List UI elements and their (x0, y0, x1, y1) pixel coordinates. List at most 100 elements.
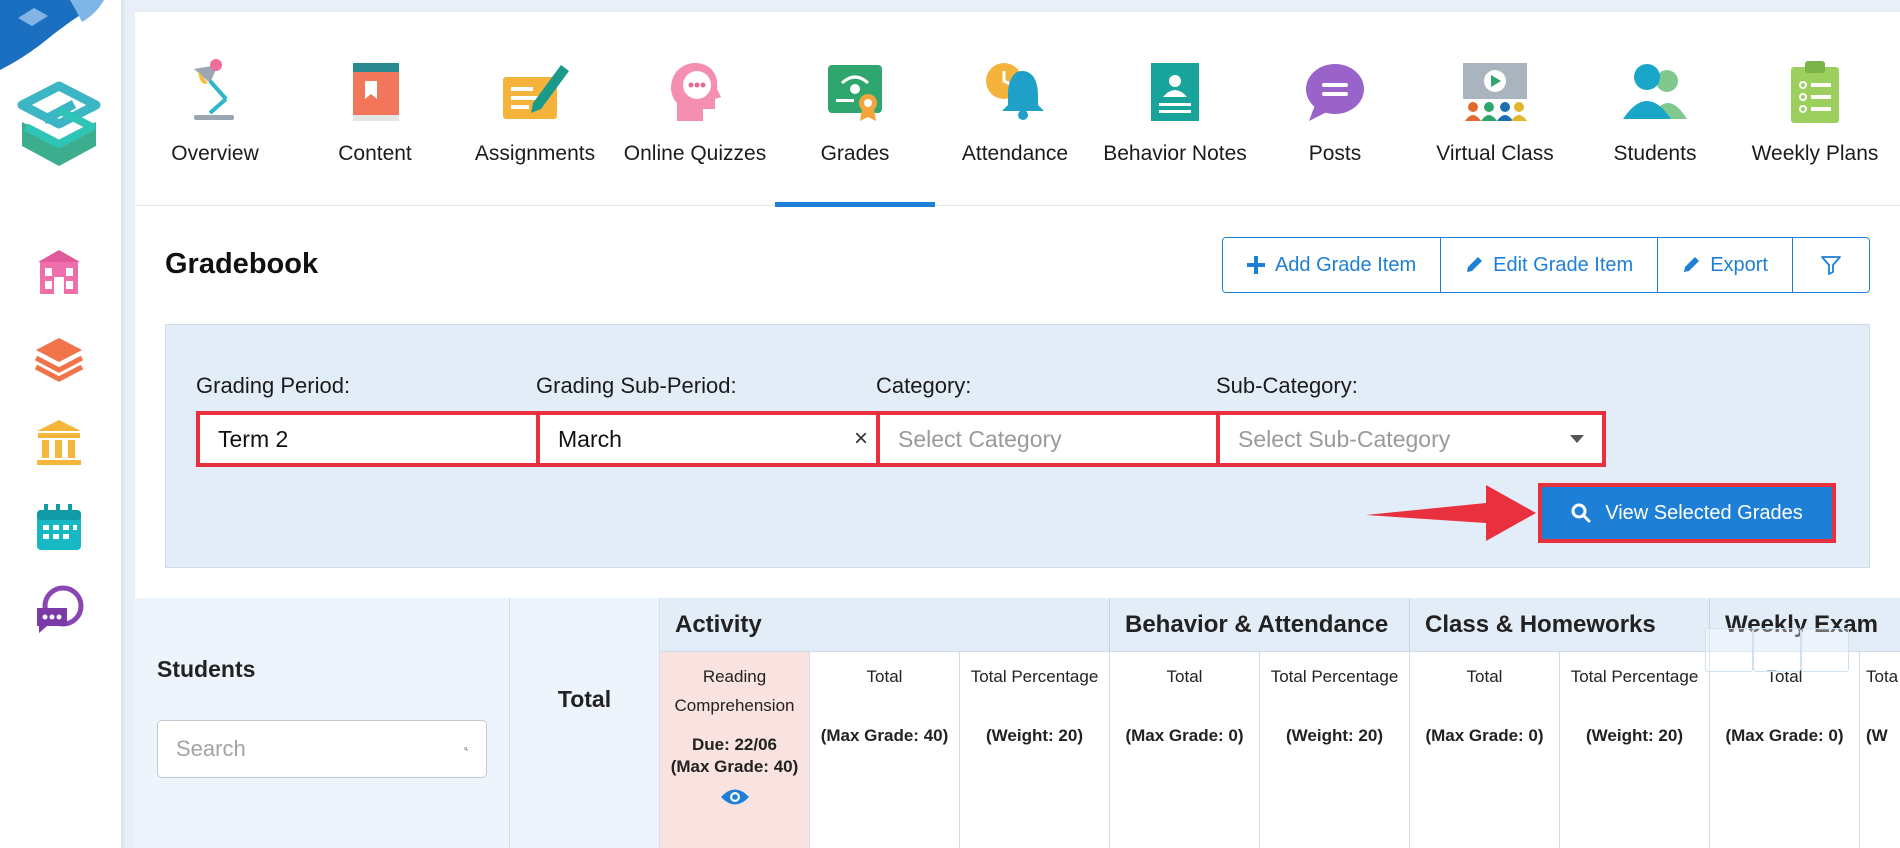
column-due: Due: 22/06 (Max Grade: 40) (660, 734, 809, 778)
total-header: Total (557, 686, 612, 712)
fullscreen-icon[interactable] (1801, 628, 1849, 672)
plus-icon (1246, 256, 1265, 274)
students-column: Students (135, 598, 510, 848)
sub-category-select[interactable]: Select Sub-Category (1216, 411, 1606, 467)
nav-label: Attendance (961, 142, 1069, 165)
column-meta: (Max Grade: 0) (1425, 726, 1544, 745)
column-title: Total Percentage (1270, 667, 1399, 686)
nav-attendance[interactable]: Attendance (935, 12, 1095, 206)
calendar-icon[interactable] (32, 500, 86, 554)
due-date: Due: 22/06 (691, 735, 778, 754)
column-reading-comprehension[interactable]: Reading Comprehension Due: 22/06 (Max Gr… (660, 652, 810, 848)
left-sidebar (0, 0, 121, 848)
chevron-down-icon (1570, 435, 1584, 443)
school-icon[interactable] (32, 245, 86, 299)
student-search[interactable] (157, 720, 487, 778)
search-icon[interactable] (464, 738, 468, 760)
nav-label: Students (1613, 142, 1697, 165)
nav-students[interactable]: Students (1575, 12, 1735, 206)
main-content: Overview Content Assignments Online Quiz… (135, 12, 1900, 848)
grading-period-select[interactable]: Term 2 (196, 411, 586, 467)
column-weekly-percentage: Tota (W (1860, 652, 1900, 848)
grading-sub-period-select[interactable]: March × (536, 411, 926, 467)
column-title: Total (1466, 667, 1503, 686)
category-select[interactable]: Select Category (876, 411, 1266, 467)
nav-assignments[interactable]: Assignments (455, 12, 615, 206)
grading-sub-period-label: Grading Sub-Period: (536, 373, 737, 398)
column-title: Reading Comprehension (674, 667, 795, 715)
desk-lamp-icon (177, 54, 253, 130)
view-selected-grades-button[interactable]: View Selected Grades (1538, 483, 1836, 543)
edit-grade-item-label: Edit Grade Item (1493, 253, 1634, 276)
column-activity-percentage: Total Percentage (Weight: 20) (960, 652, 1110, 848)
category-label: Category: (876, 373, 972, 398)
sub-category-label: Sub-Category: (1216, 373, 1358, 398)
column-activity-total: Total (Max Grade: 40) (810, 652, 960, 848)
add-grade-item-button[interactable]: Add Grade Item (1222, 238, 1442, 292)
column-meta: (Weight: 20) (986, 726, 1083, 745)
app-logo-icon[interactable] (14, 80, 104, 172)
nav-weekly-plans[interactable]: Weekly Plans (1735, 12, 1895, 206)
pencil-icon (1684, 257, 1700, 272)
column-class-total: Total (Max Grade: 0) (1410, 652, 1560, 848)
nav-label: Weekly Plans (1751, 142, 1879, 165)
course-nav: Overview Content Assignments Online Quiz… (135, 12, 1900, 207)
nav-content[interactable]: Content (295, 12, 455, 206)
pen-paper-icon (497, 54, 573, 130)
grading-period-value: Term 2 (218, 425, 289, 452)
nav-label: Virtual Class (1436, 142, 1554, 165)
nav-overview[interactable]: Overview (135, 12, 295, 206)
search-input[interactable] (176, 736, 464, 762)
book-icon (337, 54, 413, 130)
grading-sub-period-value: March (558, 425, 622, 452)
column-behavior-total: Total (Max Grade: 0) (1110, 652, 1260, 848)
column-title: Total Percentage (970, 667, 1099, 686)
page-curl-icon (0, 0, 104, 70)
group-header-behavior-attendance: Behavior & Attendance (1110, 598, 1410, 652)
nav-label: Online Quizzes (623, 142, 767, 165)
badge-card-icon (1137, 54, 1213, 130)
filter-icon (1821, 256, 1841, 275)
nav-virtual-class[interactable]: Virtual Class (1415, 12, 1575, 206)
column-title: Total (866, 667, 903, 686)
head-chat-icon (657, 54, 733, 130)
nav-behavior-notes[interactable]: Behavior Notes (1095, 12, 1255, 206)
institution-icon[interactable] (32, 415, 86, 469)
close-icon[interactable]: × (854, 425, 868, 453)
users-icon (1617, 54, 1693, 130)
layers-icon[interactable] (32, 332, 86, 386)
certificate-icon (817, 54, 893, 130)
edit-grade-item-button[interactable]: Edit Grade Item (1441, 238, 1659, 292)
search-icon (1571, 503, 1591, 523)
annotation-arrow-icon (1366, 485, 1536, 541)
eye-icon[interactable] (660, 788, 809, 806)
chat-support-icon[interactable] (32, 583, 86, 637)
column-meta: (Max Grade: 40) (820, 726, 949, 745)
speech-bubble-icon (1297, 54, 1373, 130)
collapse-icon[interactable] (1753, 628, 1801, 672)
students-header: Students (157, 656, 256, 682)
page-title: Gradebook (165, 248, 319, 280)
sub-category-placeholder: Select Sub-Category (1238, 425, 1451, 452)
export-button[interactable]: Export (1658, 238, 1793, 292)
nav-label: Assignments (474, 142, 596, 165)
nav-label: Posts (1308, 142, 1362, 165)
nav-posts[interactable]: Posts (1255, 12, 1415, 206)
nav-grades[interactable]: Grades (775, 12, 935, 207)
filter-button[interactable] (1793, 238, 1869, 292)
nav-label: Overview (171, 142, 259, 165)
column-meta: (Weight: 20) (1286, 726, 1383, 745)
group-header-class-homeworks: Class & Homeworks (1410, 598, 1710, 652)
expand-icon[interactable] (1705, 628, 1753, 672)
nav-label: Behavior Notes (1103, 142, 1247, 165)
filter-panel: Grading Period: Term 2 Grading Sub-Perio… (165, 324, 1870, 568)
bell-clock-icon (977, 54, 1053, 130)
total-column: Total (510, 598, 660, 848)
column-meta: (Max Grade: 0) (1125, 726, 1244, 745)
add-grade-item-label: Add Grade Item (1274, 253, 1417, 276)
nav-online-quizzes[interactable]: Online Quizzes (615, 12, 775, 206)
column-title: Total (1166, 667, 1203, 686)
column-meta: (Max Grade: 0) (1725, 726, 1844, 745)
column-meta: (Weight: 20) (1586, 726, 1683, 745)
column-title: Tota (1866, 667, 1899, 686)
